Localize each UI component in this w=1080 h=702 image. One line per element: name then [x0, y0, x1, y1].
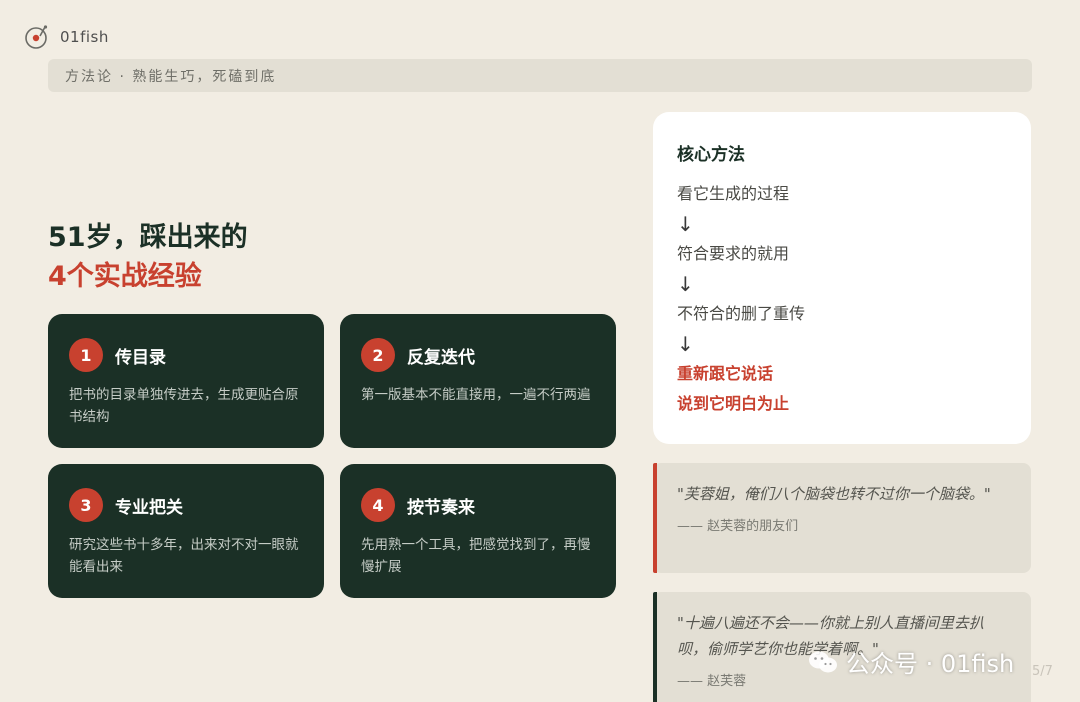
method-step: 不符合的删了重传	[677, 304, 806, 323]
method-step: 符合要求的就用	[677, 244, 790, 263]
turntable-icon	[25, 25, 48, 49]
card-number-badge: 1	[69, 338, 103, 372]
watermark-text: 公众号 · 01fish	[846, 650, 1015, 678]
wechat-watermark: 公众号 · 01fish	[808, 644, 1014, 679]
card-title: 反复迭代	[407, 347, 475, 368]
quote-card-1: "芙蓉姐，俺们八个脑袋也转不过你一个脑袋。" —— 赵芙蓉的朋友们	[653, 463, 1031, 573]
brand-logo: 01fish	[24, 24, 109, 50]
tip-card-2: 2 反复迭代 第一版基本不能直接用，一遍不行两遍	[340, 314, 616, 448]
card-description: 第一版基本不能直接用，一遍不行两遍	[361, 387, 591, 403]
card-description: 先用熟一个工具，把感觉找到了，再慢慢扩展	[361, 537, 591, 575]
card-number-badge: 3	[69, 488, 103, 522]
core-method-panel: 核心方法 看它生成的过程 ↓ 符合要求的就用 ↓ 不符合的删了重传 ↓ 重新跟它…	[653, 112, 1031, 444]
headline-line1: 51岁，踩出来的	[48, 222, 248, 253]
method-step: 看它生成的过程	[677, 184, 790, 203]
page-indicator: 5/7	[1032, 664, 1053, 679]
tip-card-1: 1 传目录 把书的目录单独传进去，生成更贴合原书结构	[48, 314, 324, 448]
method-emphasis: 说到它明白为止	[677, 394, 790, 413]
card-title: 按节奏来	[407, 497, 475, 518]
method-title: 核心方法	[677, 145, 745, 165]
tip-card-4: 4 按节奏来 先用熟一个工具，把感觉找到了，再慢慢扩展	[340, 464, 616, 598]
down-arrow-icon: ↓	[677, 272, 694, 296]
method-steps: 看它生成的过程 ↓ 符合要求的就用 ↓ 不符合的删了重传 ↓ 重新跟它说话 说到…	[677, 179, 1007, 419]
headline-line2: 4个实战经验	[48, 261, 202, 292]
card-title: 传目录	[115, 347, 166, 368]
card-title: 专业把关	[115, 497, 183, 518]
wechat-icon	[809, 651, 837, 672]
tip-card-3: 3 专业把关 研究这些书十多年，出来对不对一眼就能看出来	[48, 464, 324, 598]
card-description: 研究这些书十多年，出来对不对一眼就能看出来	[69, 537, 299, 575]
section-subtitle: 方法论 · 熟能生巧，死磕到底	[48, 59, 1032, 92]
down-arrow-icon: ↓	[677, 332, 694, 356]
brand-name: 01fish	[60, 28, 109, 46]
card-description: 把书的目录单独传进去，生成更贴合原书结构	[69, 387, 299, 425]
card-number-badge: 4	[361, 488, 395, 522]
card-number-badge: 2	[361, 338, 395, 372]
method-emphasis: 重新跟它说话	[677, 364, 774, 383]
down-arrow-icon: ↓	[677, 212, 694, 236]
page-headline: 51岁，踩出来的 4个实战经验	[48, 218, 248, 296]
quote-author: —— 赵芙蓉的朋友们	[677, 519, 799, 534]
quote-text: "芙蓉姐，俺们八个脑袋也转不过你一个脑袋。"	[677, 485, 991, 503]
